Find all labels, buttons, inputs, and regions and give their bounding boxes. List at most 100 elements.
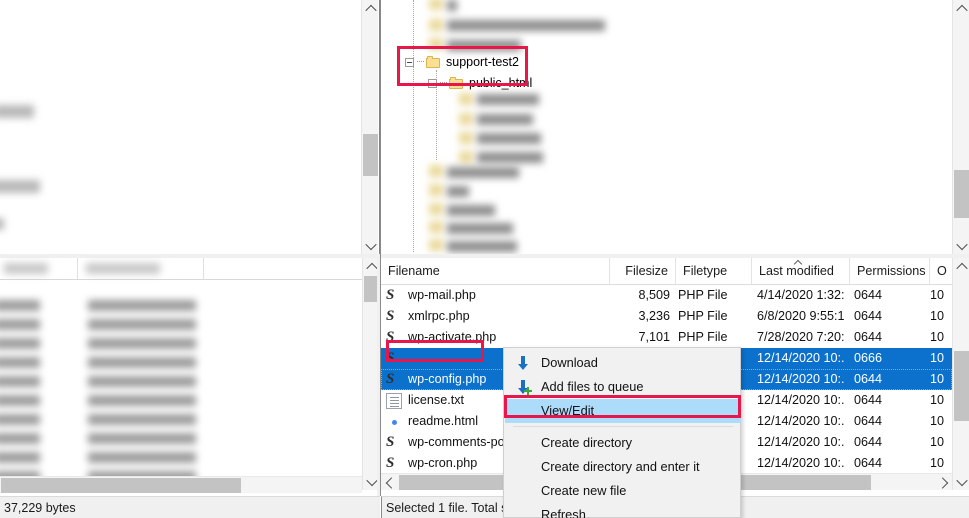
local-file-list-header[interactable] [0,258,362,280]
local-tree-item-blurred[interactable] [0,218,4,230]
file-filesize-cell: 7,101 [638,330,670,344]
local-file-list-panel[interactable] [0,258,380,496]
remote-tree[interactable]: support-test2 public_html [381,0,951,254]
file-list-row[interactable]: xmlrpc.php 3,236 PHP File 6/8/2020 9:55:1..… [381,306,952,327]
local-list-item[interactable] [0,355,340,374]
file-filetype-cell: PHP File [678,330,728,344]
local-list-item-name [0,452,40,463]
scrollbar-thumb[interactable] [1,478,241,493]
scroll-up-icon[interactable] [362,0,379,17]
remote-directory-tree-panel[interactable]: support-test2 public_html [381,0,969,254]
file-owner-cell: 10 [930,414,945,428]
folder-icon [449,77,464,89]
filezilla-window: support-test2 public_html Filename Files… [0,0,969,518]
file-filetype-cell: PHP File [678,309,728,323]
file-permissions-cell: 0666 [854,351,883,365]
column-header-filesize[interactable]: Filesize [610,258,676,284]
tree-item-blurred[interactable] [447,40,521,51]
local-list-item[interactable] [0,412,340,431]
scroll-down-icon[interactable] [362,237,379,254]
local-site-tree[interactable] [0,0,361,254]
local-site-tree-panel[interactable] [0,0,380,254]
local-status-bar: 37,229 bytes [0,496,380,518]
file-list-row[interactable]: wp-mail.php 8,509 PHP File 4/14/2020 1:32:.… [381,285,952,306]
scroll-left-icon[interactable] [381,474,398,491]
menu-separator [513,426,733,427]
scrollbar-thumb[interactable] [363,134,378,176]
tree-folder-icon-blurred [429,239,443,251]
tree-item-blurred[interactable] [447,241,517,252]
tree-item-blurred[interactable] [447,20,605,31]
file-list-header[interactable]: Filename Filesize Filetype Last modified… [381,258,952,285]
local-list-item[interactable] [0,393,340,412]
file-name-cell: wp-cron.php [408,456,478,470]
scroll-up-icon[interactable] [953,0,969,17]
local-tree-item-blurred[interactable] [0,105,34,118]
local-list-item-name [0,376,40,387]
tree-item-support-test2[interactable]: support-test2 [405,52,519,72]
scrollbar-thumb[interactable] [954,351,969,421]
local-list-item[interactable] [0,336,340,355]
tree-item-blurred[interactable] [447,186,469,197]
column-header-filename[interactable]: Filename [381,258,610,284]
tree-item-blurred[interactable] [447,0,457,11]
tree-dotline [417,61,424,63]
tree-item-blurred[interactable] [447,223,513,234]
local-list-item-name [0,395,40,406]
scroll-right-icon[interactable] [935,474,952,491]
tree-item-blurred[interactable] [477,114,533,125]
local-list-item-name [0,300,40,311]
local-list-item[interactable] [0,450,340,469]
local-list-item[interactable] [0,298,340,317]
menu-item-create-directory-and-enter-it[interactable]: Create directory and enter it [505,455,741,479]
menu-item-add-files-to-queue[interactable]: Add files to queue [505,375,741,399]
local-tree-vertical-scrollbar[interactable] [361,0,378,254]
tree-folder-icon-blurred [459,132,473,144]
scroll-down-icon[interactable] [953,473,969,490]
menu-item-download[interactable]: Download [505,351,741,375]
tree-item-blurred[interactable] [447,167,519,178]
local-list-item[interactable] [0,317,340,336]
local-tree-item-blurred[interactable] [0,180,40,193]
file-list-row[interactable]: wp-activate.php 7,101 PHP File 7/28/2020 7:… [381,327,952,348]
menu-item-create-directory[interactable]: Create directory [505,431,741,455]
file-list-vertical-scrollbar[interactable] [952,258,969,490]
scroll-up-icon[interactable] [953,258,969,275]
local-list-item[interactable] [0,431,340,450]
file-context-menu[interactable]: Download Add files to queue View/Edit Creat… [503,347,741,518]
menu-item-create-new-file[interactable]: Create new file [505,479,741,503]
local-list-item[interactable] [0,374,340,393]
local-list-item-name [0,319,40,330]
tree-folder-icon-blurred [459,151,473,163]
local-column-extra[interactable] [204,258,242,279]
tree-item-blurred[interactable] [477,94,539,105]
tree-folder-icon-blurred [429,38,443,50]
column-header-filetype[interactable]: Filetype [676,258,752,284]
menu-item-view-edit[interactable]: View/Edit [505,399,741,423]
remote-tree-vertical-scrollbar[interactable] [952,0,969,254]
tree-folder-icon-blurred [429,165,443,177]
local-list-item-modified [88,376,196,387]
collapse-expander-icon[interactable] [428,78,437,88]
local-list-item-name [0,433,40,444]
tree-item-blurred[interactable] [447,205,495,216]
menu-item-refresh[interactable]: Refresh [505,503,741,518]
collapse-expander-icon[interactable] [405,57,414,67]
column-header-permissions[interactable]: Permissions [850,258,930,284]
local-file-rows[interactable] [0,280,362,476]
local-list-item-modified [88,433,196,444]
tree-item-public-html[interactable]: public_html [428,73,532,93]
file-permissions-cell: 0644 [854,456,883,470]
folder-icon [426,56,441,68]
tree-folder-icon-blurred [429,19,443,31]
column-header-owner[interactable]: O [930,258,952,284]
tree-item-blurred[interactable] [477,152,543,163]
text-file-icon [386,393,402,409]
local-column-filename-label [4,263,48,274]
local-list-item[interactable] [0,469,340,476]
scroll-down-icon[interactable] [953,237,969,254]
scrollbar-thumb[interactable] [954,170,969,218]
local-list-horizontal-scrollbar[interactable] [0,476,362,493]
local-list-item-modified [88,319,196,330]
tree-item-blurred[interactable] [477,133,541,144]
